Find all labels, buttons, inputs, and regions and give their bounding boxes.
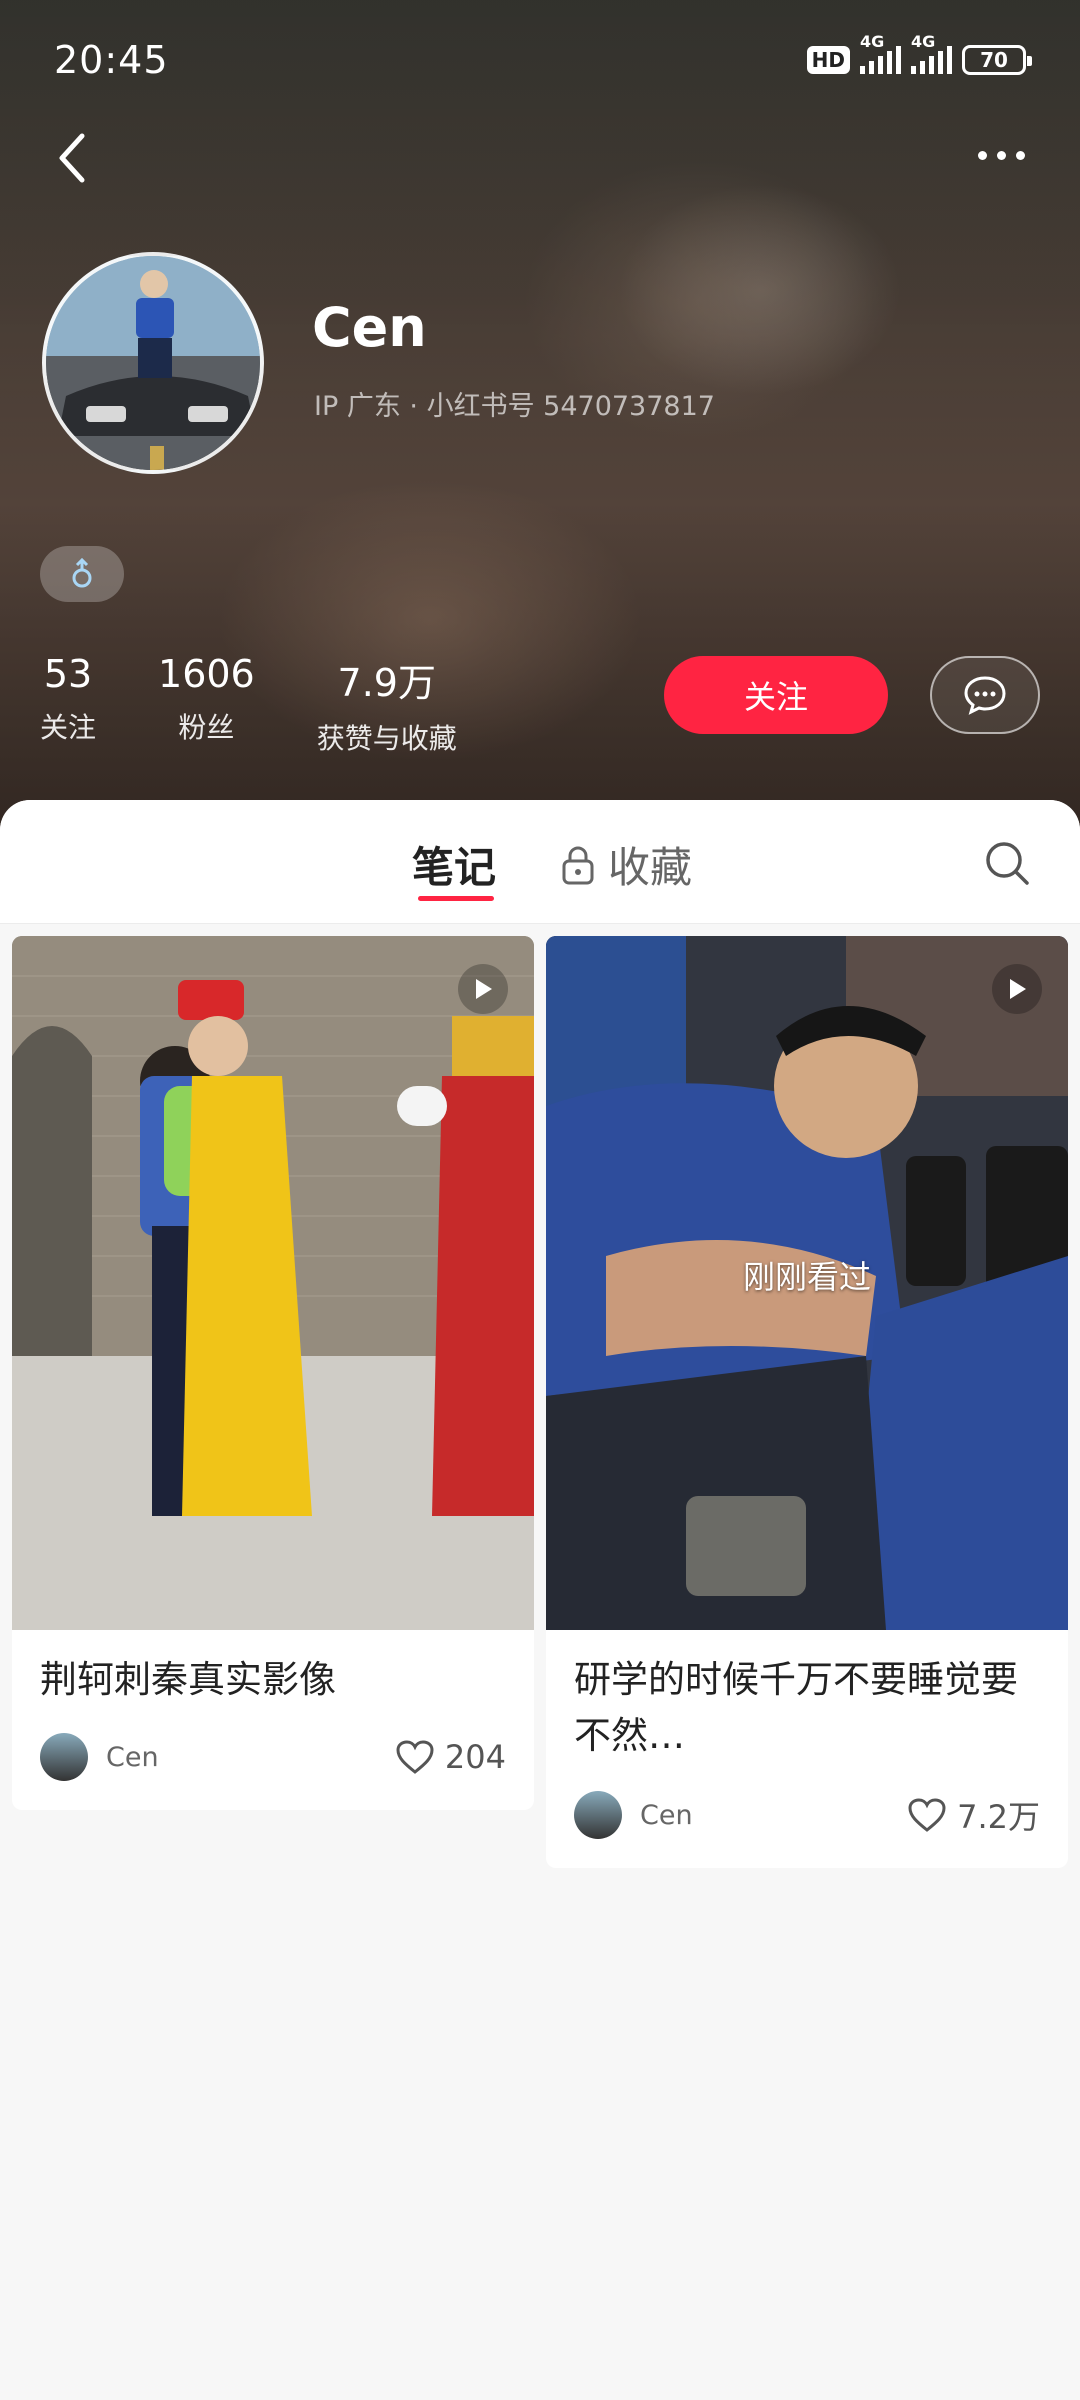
- status-time: 20:45: [54, 38, 169, 82]
- note-cover-image: 刚刚看过: [546, 936, 1068, 1630]
- note-footer: Cen 204: [40, 1732, 506, 1782]
- stat-value: 1606: [158, 652, 255, 696]
- stat-label: 关注: [40, 711, 97, 744]
- avatar[interactable]: [42, 252, 264, 474]
- like-button[interactable]: 204: [395, 1738, 506, 1776]
- dot: [1015, 150, 1025, 160]
- stat-following[interactable]: 53 关注: [40, 652, 96, 757]
- heart-icon: [908, 1798, 946, 1832]
- gender-badge: [40, 546, 124, 602]
- tab-bar: 笔记 收藏: [0, 800, 1080, 924]
- profile-stats: 53 关注 1606 粉丝 7.9万 获赞与收藏: [40, 652, 519, 757]
- user-meta: IP 广东 · 小红书号 5470737817: [314, 391, 715, 422]
- note-footer: Cen 7.2万: [574, 1790, 1040, 1840]
- tab-notes[interactable]: 笔记: [412, 834, 496, 895]
- note-card[interactable]: 荆轲刺秦真实影像 Cen 204: [12, 936, 534, 1810]
- dot: [996, 150, 1006, 160]
- content-sheet: 笔记 收藏 荆轲刺秦真实影像 Cen 204 刚刚看过 研学的时候千万不要睡觉要…: [0, 800, 1080, 2400]
- author-avatar: [574, 1791, 622, 1839]
- heart-icon: [396, 1740, 434, 1774]
- note-title: 研学的时候千万不要睡觉要不然…: [574, 1658, 1018, 1757]
- search-button[interactable]: [982, 838, 1032, 888]
- stat-label: 获赞与收藏: [316, 722, 457, 755]
- like-button[interactable]: 7.2万: [907, 1792, 1040, 1838]
- recently-viewed-label: 刚刚看过: [742, 1258, 871, 1296]
- like-count: 7.2万: [957, 1798, 1040, 1836]
- username: Cen: [312, 296, 427, 359]
- male-icon: [72, 558, 92, 588]
- tab-favorites-label: 收藏: [608, 843, 693, 892]
- avatar-image: [46, 256, 260, 470]
- note-title: 荆轲刺秦真实影像: [40, 1658, 336, 1701]
- profile-header: 20:45 HD 4G 4G 70 Cen IP 广东 · 小红书号 54707…: [0, 0, 1080, 840]
- author-name: Cen: [640, 1799, 693, 1831]
- back-button[interactable]: [44, 128, 104, 188]
- stat-label: 粉丝: [178, 711, 235, 744]
- more-button[interactable]: [966, 140, 1036, 170]
- message-button[interactable]: [930, 656, 1040, 734]
- stat-likes-favorites[interactable]: 7.9万 获赞与收藏: [317, 652, 457, 757]
- status-bar: 20:45 HD 4G 4G 70: [54, 28, 1032, 92]
- stat-value: 53: [43, 652, 93, 696]
- play-icon: [458, 964, 508, 1014]
- dot: [977, 150, 987, 160]
- active-tab-indicator: [418, 896, 494, 901]
- status-icons: HD 4G 4G 70: [806, 32, 1032, 75]
- stat-followers[interactable]: 1606 粉丝: [158, 652, 255, 757]
- author-avatar: [40, 1733, 88, 1781]
- play-icon: [992, 964, 1042, 1014]
- stat-value: 7.9万: [337, 661, 436, 705]
- author-name: Cen: [106, 1741, 159, 1773]
- signal-icon-2: 4G: [911, 32, 952, 74]
- hd-badge: HD: [806, 46, 850, 74]
- follow-button[interactable]: 关注: [664, 656, 888, 734]
- chat-bubble-icon: [964, 676, 1006, 715]
- note-cover-image: [12, 936, 534, 1630]
- battery-icon: 70: [962, 45, 1032, 75]
- cover-illustration: [12, 936, 534, 1630]
- search-icon: [986, 842, 1029, 885]
- note-card[interactable]: 刚刚看过 研学的时候千万不要睡觉要不然… Cen 7.2万: [546, 936, 1068, 1868]
- chevron-left-icon: [59, 133, 85, 183]
- lock-icon: [562, 846, 594, 884]
- signal-icon: 4G: [860, 32, 901, 74]
- tab-favorites[interactable]: 收藏: [560, 834, 692, 895]
- like-count: 204: [444, 1738, 506, 1776]
